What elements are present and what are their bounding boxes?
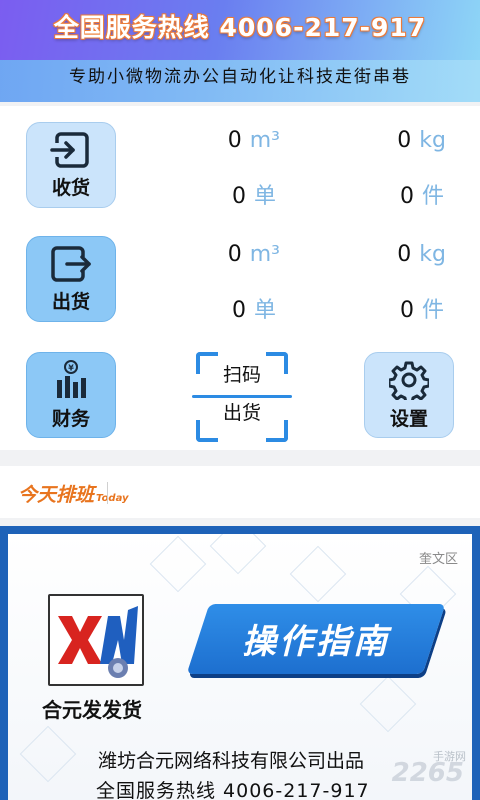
- sign-in-icon: [50, 131, 89, 168]
- decor-shape: [209, 534, 267, 575]
- guide-hotline: 全国服务热线 4006-217-917: [96, 780, 370, 800]
- receive-weight: 0 kg: [397, 128, 446, 153]
- guide-inner: 奎文区 合元发发货 操作指南 潍坊合元网络科技有限公司出品 全国服务热线 400…: [8, 534, 472, 800]
- operation-guide-card[interactable]: 奎文区 合元发发货 操作指南 潍坊合元网络科技有限公司出品 全国服务热线 400…: [0, 526, 480, 800]
- region-tag: 奎文区: [418, 552, 458, 567]
- ship-volume: 0 m³: [227, 242, 280, 267]
- receive-button[interactable]: 收货: [26, 122, 116, 208]
- settings-label: 设置: [389, 407, 428, 430]
- ship-button[interactable]: 出货: [26, 236, 116, 322]
- receive-orders: 0单: [231, 184, 276, 209]
- decor-shape: [19, 725, 77, 783]
- company-name: 合元发发货: [42, 698, 142, 722]
- scan-frame-corner: [266, 420, 288, 442]
- banner-hotline: 全国服务热线 4006-217-917: [53, 13, 427, 42]
- scan-label-line2: 出货: [222, 402, 261, 424]
- finance-chart-icon: ¥: [57, 359, 86, 398]
- finance-label: 财务: [51, 407, 90, 430]
- scan-frame-corner: [196, 420, 218, 442]
- decor-shape: [359, 675, 417, 733]
- decor-shape: [149, 535, 207, 593]
- svg-text:¥: ¥: [68, 363, 74, 372]
- today-logo: 今天 排班 Today: [18, 484, 129, 506]
- sign-out-icon: [51, 245, 91, 282]
- scan-line-icon: [192, 395, 292, 398]
- scan-ship-button[interactable]: 扫码 出货: [192, 352, 292, 442]
- ship-weight: 0 kg: [397, 242, 446, 267]
- company-logo: [48, 594, 144, 686]
- gear-icon: [389, 361, 429, 400]
- ship-label: 出货: [51, 290, 90, 313]
- receive-label: 收货: [51, 176, 90, 199]
- decor-shape: [289, 545, 347, 603]
- dashboard-panel: 收货 0m³ 0kg 0单 0件 出货 0m³ 0kg 0单 0件 ¥: [0, 106, 480, 450]
- header-banner: 全国服务热线 4006-217-917 专助小微物流办公自动化让科技走街串巷: [0, 0, 480, 102]
- today-banner[interactable]: 今天 排班 Today: [0, 466, 480, 518]
- ship-orders: 0单: [231, 298, 276, 323]
- ship-pieces: 0件: [399, 298, 444, 323]
- settings-button[interactable]: 设置: [364, 352, 454, 438]
- scan-label-line1: 扫码: [222, 364, 261, 386]
- finance-button[interactable]: ¥ 财务: [26, 352, 116, 438]
- guide-title: 操作指南: [242, 622, 390, 662]
- receive-volume: 0 m³: [227, 128, 280, 153]
- banner-slogan: 专助小微物流办公自动化让科技走街串巷: [69, 67, 411, 87]
- company-logo-mark: [58, 606, 138, 678]
- divider: [107, 482, 108, 504]
- receive-pieces: 0件: [399, 184, 444, 209]
- watermark: 2265: [391, 758, 464, 788]
- guide-producer: 潍坊合元网络科技有限公司出品: [98, 750, 365, 772]
